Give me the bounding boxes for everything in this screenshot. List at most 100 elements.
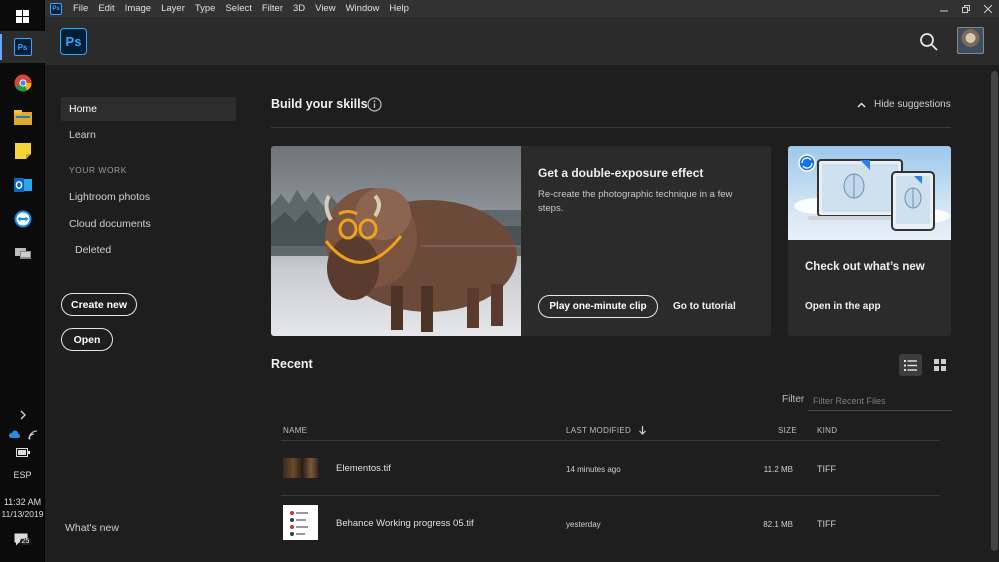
file-thumbnail (283, 505, 318, 540)
chevron-up-icon (857, 101, 866, 108)
screen: Ps ESP 11:32 AM 11/13/2019 25 Ps File Ed… (0, 0, 999, 562)
recent-file-row[interactable]: Behance Working progress 05.tif yesterda… (281, 495, 940, 550)
search-icon (920, 33, 938, 51)
hide-suggestions-button[interactable]: Hide suggestions (857, 99, 951, 110)
menu-file[interactable]: File (68, 3, 93, 14)
column-size[interactable]: SIZE (778, 426, 797, 435)
user-avatar[interactable] (957, 27, 984, 54)
clock-time[interactable]: 11:32 AM (0, 497, 45, 507)
menu-filter[interactable]: Filter (257, 3, 288, 14)
file-name: Behance Working progress 05.tif (336, 518, 474, 529)
section-divider (271, 127, 951, 128)
scrollbar-thumb[interactable] (991, 71, 998, 551)
wifi-icon[interactable] (28, 430, 38, 440)
filter-recent-input[interactable] (808, 391, 952, 411)
menu-view[interactable]: View (310, 3, 340, 14)
card-title: Get a double-exposure effect (538, 166, 704, 180)
taskbar-chrome[interactable] (0, 67, 45, 99)
open-button[interactable]: Open (61, 328, 113, 351)
file-size: 82.1 MB (763, 520, 793, 529)
create-new-button[interactable]: Create new (61, 293, 137, 316)
go-to-tutorial-link[interactable]: Go to tutorial (673, 301, 736, 312)
menu-bar: Ps File Edit Image Layer Type Select Fil… (45, 0, 999, 17)
column-last-modified[interactable]: LAST MODIFIED (566, 426, 647, 435)
minimize-button[interactable] (933, 0, 955, 17)
nav-section-your-work: YOUR WORK (69, 165, 127, 175)
info-button[interactable] (367, 97, 382, 112)
taskbar-outlook[interactable] (0, 169, 45, 201)
grid-view-button[interactable] (928, 354, 951, 376)
teamviewer-icon (14, 210, 31, 228)
play-clip-button[interactable]: Play one-minute clip (538, 295, 658, 318)
tray-battery[interactable] (0, 448, 45, 459)
close-icon (984, 4, 992, 13)
restore-icon (962, 4, 970, 13)
sticky-notes-icon (14, 143, 31, 159)
nav-deleted[interactable]: Deleted (67, 238, 242, 262)
menu-layer[interactable]: Layer (156, 3, 190, 14)
hide-suggestions-label: Hide suggestions (874, 99, 951, 110)
vertical-scrollbar[interactable] (990, 65, 999, 562)
photoshop-logo: Ps (60, 28, 87, 55)
folder-icon (13, 109, 32, 125)
taskbar-sticky-notes[interactable] (0, 135, 45, 167)
column-kind[interactable]: KIND (817, 426, 837, 435)
menu-edit[interactable]: Edit (93, 3, 119, 14)
file-modified: yesterday (566, 520, 601, 529)
bison-illustration (271, 188, 521, 332)
menu-select[interactable]: Select (220, 3, 256, 14)
network-icon (14, 248, 31, 259)
recent-file-row[interactable]: Elementos.tif 14 minutes ago 11.2 MB TIF… (281, 440, 940, 495)
file-modified: 14 minutes ago (566, 465, 621, 474)
tray-show-hidden[interactable] (0, 410, 45, 422)
list-view-button[interactable] (899, 354, 922, 376)
app-menu-icon[interactable]: Ps (50, 2, 62, 15)
taskbar-file-explorer[interactable] (0, 101, 45, 133)
whats-new-link[interactable]: What's new (65, 522, 119, 534)
taskbar-photoshop[interactable]: Ps (0, 31, 45, 63)
tutorial-card-double-exposure[interactable]: Get a double-exposure effect Re-create t… (271, 146, 771, 336)
column-last-modified-label: LAST MODIFIED (566, 426, 632, 435)
taskbar-network-app[interactable] (0, 237, 45, 269)
tray-icons (0, 430, 45, 440)
sort-down-icon (639, 426, 647, 435)
list-view-icon (904, 359, 917, 371)
photoshop-icon: Ps (13, 38, 32, 56)
onedrive-icon[interactable] (8, 430, 20, 438)
file-size: 11.2 MB (763, 465, 793, 474)
nav-learn[interactable]: Learn (61, 123, 236, 147)
menu-window[interactable]: Window (341, 3, 385, 14)
windows-taskbar: Ps ESP 11:32 AM 11/13/2019 25 (0, 0, 45, 562)
action-center-button[interactable]: 25 (0, 533, 45, 549)
clock-date[interactable]: 11/13/2019 (0, 509, 45, 519)
minimize-icon (940, 10, 948, 11)
menu-type[interactable]: Type (190, 3, 221, 14)
chevron-right-icon (20, 410, 26, 420)
app-header: Ps (45, 17, 999, 65)
search-button[interactable] (919, 32, 939, 52)
restore-button[interactable] (955, 0, 977, 17)
grid-view-icon (933, 359, 946, 371)
nav-home[interactable]: Home (61, 97, 236, 121)
file-kind: TIFF (817, 464, 836, 474)
battery-icon (15, 448, 30, 457)
menu-image[interactable]: Image (120, 3, 156, 14)
chrome-icon (14, 74, 32, 92)
notification-count: 25 (19, 538, 32, 545)
nav-cloud-documents[interactable]: Cloud documents (61, 212, 236, 236)
windows-logo-icon (16, 9, 29, 23)
nav-lightroom-photos[interactable]: Lightroom photos (61, 185, 236, 209)
whats-new-thumbnail (788, 146, 951, 240)
start-button[interactable] (0, 0, 45, 32)
close-button[interactable] (977, 0, 999, 17)
column-name[interactable]: NAME (283, 426, 307, 435)
skills-title: Build your skills (271, 97, 368, 111)
double-exposure-thumbnail (271, 146, 521, 336)
file-kind: TIFF (817, 519, 836, 529)
taskbar-teamviewer[interactable] (0, 203, 45, 235)
menu-help[interactable]: Help (384, 3, 414, 14)
open-in-app-link[interactable]: Open in the app (805, 301, 881, 312)
whats-new-card[interactable]: Check out what’s new Open in the app (788, 146, 951, 336)
menu-3d[interactable]: 3D (288, 3, 310, 14)
input-language[interactable]: ESP (0, 470, 45, 480)
